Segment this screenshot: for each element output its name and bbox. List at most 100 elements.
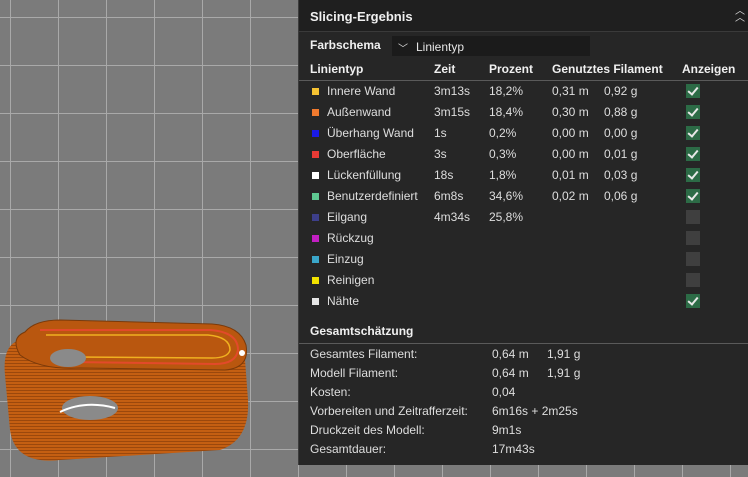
- table-row: Rückzug: [299, 228, 748, 249]
- table-row: Oberfläche 3s 0,3% 0,00 m 0,01 g: [299, 144, 748, 165]
- show-checkbox[interactable]: [686, 210, 700, 224]
- color-swatch: [312, 214, 319, 221]
- line-type-weight: 0,01 g: [604, 147, 638, 161]
- line-type-percent: 25,8%: [489, 210, 524, 224]
- line-type-percent: 0,2%: [489, 126, 517, 140]
- line-type-weight: 0,92 g: [604, 84, 638, 98]
- line-type-time: 4m34s: [434, 210, 471, 224]
- line-type-name: Oberfläche: [327, 147, 386, 161]
- estimate-label: Druckzeit des Modell:: [310, 423, 425, 437]
- panel-header: Slicing-Ergebnis ︿ ︿: [299, 0, 748, 32]
- line-type-time: 18s: [434, 168, 454, 182]
- color-scheme-value: Linientyp: [416, 40, 465, 54]
- show-checkbox[interactable]: [686, 273, 700, 287]
- chevron-down-icon: ﹀: [398, 44, 408, 55]
- line-type-name: Lückenfüllung: [327, 168, 402, 182]
- line-type-length: 0,00 m: [552, 126, 589, 140]
- line-type-percent: 0,3%: [489, 147, 517, 161]
- table-row: Lückenfüllung 18s 1,8% 0,01 m 0,03 g: [299, 165, 748, 186]
- line-type-time: 3s: [434, 147, 447, 161]
- slicing-result-panel: Slicing-Ergebnis ︿ ︿ Farbschema ﹀ Linient…: [298, 0, 748, 465]
- estimate-value: 0,64 m: [492, 347, 529, 361]
- color-swatch: [312, 298, 319, 305]
- estimate-row: Vorbereiten und Zeitrafferzeit: 6m16s + 2…: [299, 402, 748, 421]
- show-checkbox[interactable]: [686, 126, 700, 140]
- line-type-length: 0,31 m: [552, 84, 589, 98]
- estimate-label: Modell Filament:: [310, 366, 399, 380]
- line-type-percent: 1,8%: [489, 168, 517, 182]
- table-row: Überhang Wand 1s 0,2% 0,00 m 0,00 g: [299, 123, 748, 144]
- sliced-model-preview: [4, 319, 249, 461]
- color-swatch: [312, 193, 319, 200]
- estimate-row: Kosten: 0,04: [299, 383, 748, 402]
- table-row: Benutzerdefiniert 6m8s 34,6% 0,02 m 0,06 g: [299, 186, 748, 207]
- color-swatch: [312, 172, 319, 179]
- line-type-length: 0,01 m: [552, 168, 589, 182]
- line-type-name: Überhang Wand: [327, 126, 414, 140]
- color-scheme-row: Farbschema ﹀ Linientyp: [299, 34, 748, 58]
- show-checkbox[interactable]: [686, 189, 700, 203]
- line-type-length: 0,30 m: [552, 105, 589, 119]
- line-type-name: Benutzerdefiniert: [327, 189, 418, 203]
- estimate-label: Gesamtes Filament:: [310, 347, 418, 361]
- show-checkbox[interactable]: [686, 84, 700, 98]
- table-row: Außenwand 3m15s 18,4% 0,30 m 0,88 g: [299, 102, 748, 123]
- table-row: Reinigen: [299, 270, 748, 291]
- show-checkbox[interactable]: [686, 147, 700, 161]
- line-type-name: Eilgang: [327, 210, 368, 224]
- collapse-icon[interactable]: ︿ ︿: [734, 7, 746, 24]
- header-line-type: Linientyp: [310, 62, 364, 76]
- estimate-label: Kosten:: [310, 385, 351, 399]
- color-swatch: [312, 235, 319, 242]
- table-row: Einzug: [299, 249, 748, 270]
- header-percent: Prozent: [489, 62, 534, 76]
- header-filament: Genutztes Filament: [552, 62, 663, 76]
- table-row: Nähte: [299, 291, 748, 312]
- color-swatch: [312, 88, 319, 95]
- show-checkbox[interactable]: [686, 105, 700, 119]
- estimate-value-secondary: 1,91 g: [547, 347, 581, 361]
- line-type-time: 3m15s: [434, 105, 471, 119]
- estimate-value: 0,64 m: [492, 366, 529, 380]
- show-checkbox[interactable]: [686, 294, 700, 308]
- line-type-percent: 18,2%: [489, 84, 524, 98]
- estimate-label: Gesamtdauer:: [310, 442, 387, 456]
- line-type-weight: 0,03 g: [604, 168, 638, 182]
- estimate-row: Gesamtdauer: 17m43s: [299, 440, 748, 459]
- estimate-value: 6m16s + 2m25s: [492, 404, 578, 418]
- line-type-name: Reinigen: [327, 273, 375, 287]
- table-row: Innere Wand 3m13s 18,2% 0,31 m 0,92 g: [299, 81, 748, 102]
- line-type-time: 3m13s: [434, 84, 471, 98]
- show-checkbox[interactable]: [686, 168, 700, 182]
- estimate-value: 0,04: [492, 385, 516, 399]
- color-scheme-dropdown[interactable]: ﹀ Linientyp: [392, 36, 590, 56]
- line-type-name: Innere Wand: [327, 84, 396, 98]
- line-type-percent: 34,6%: [489, 189, 524, 203]
- line-type-weight: 0,06 g: [604, 189, 638, 203]
- line-type-name: Einzug: [327, 252, 364, 266]
- line-type-weight: 0,88 g: [604, 105, 638, 119]
- table-row: Eilgang 4m34s 25,8%: [299, 207, 748, 228]
- line-type-name: Nähte: [327, 294, 360, 308]
- color-swatch: [312, 130, 319, 137]
- line-type-length: 0,02 m: [552, 189, 589, 203]
- line-type-percent: 18,4%: [489, 105, 524, 119]
- header-time: Zeit: [434, 62, 456, 76]
- show-checkbox[interactable]: [686, 252, 700, 266]
- show-checkbox[interactable]: [686, 231, 700, 245]
- panel-title: Slicing-Ergebnis: [310, 9, 413, 24]
- line-type-time: 6m8s: [434, 189, 464, 203]
- color-swatch: [312, 109, 319, 116]
- estimate-row: Modell Filament: 0,64 m 1,91 g: [299, 364, 748, 383]
- line-type-time: 1s: [434, 126, 447, 140]
- color-swatch: [312, 151, 319, 158]
- line-type-weight: 0,00 g: [604, 126, 638, 140]
- estimate-title: Gesamtschätzung: [310, 324, 414, 338]
- line-type-length: 0,00 m: [552, 147, 589, 161]
- estimate-label: Vorbereiten und Zeitrafferzeit:: [310, 404, 468, 418]
- line-type-name: Außenwand: [327, 105, 392, 119]
- header-show: Anzeigen: [682, 62, 736, 76]
- estimate-row: Druckzeit des Modell: 9m1s: [299, 421, 748, 440]
- color-scheme-label: Farbschema: [310, 38, 381, 52]
- estimate-row: Gesamtes Filament: 0,64 m 1,91 g: [299, 345, 748, 364]
